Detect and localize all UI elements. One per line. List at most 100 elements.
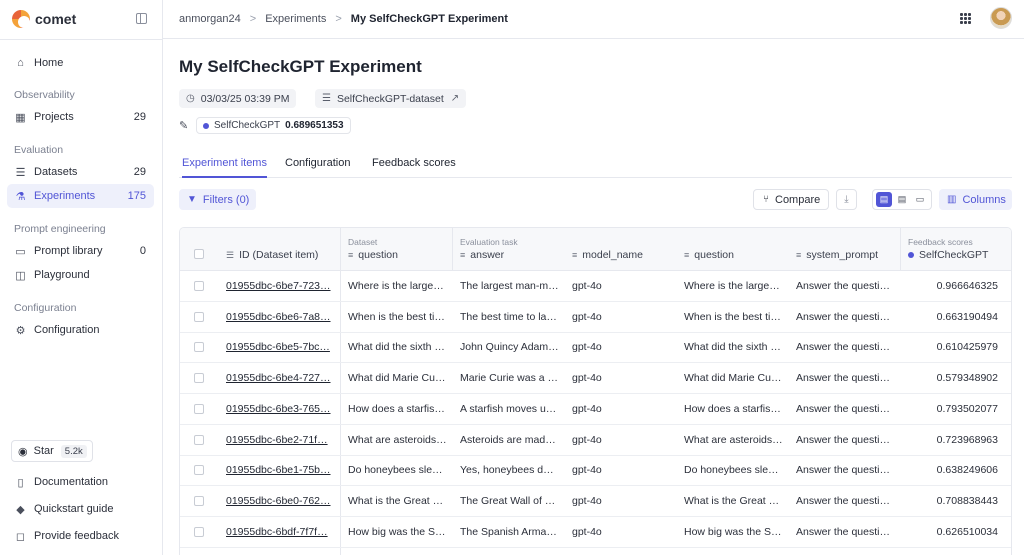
column-group-label: Dataset <box>348 237 378 247</box>
table-row[interactable]: 01955dbc-6be1-75b… Do honeybees sle… Yes, … <box>180 455 1011 487</box>
filter-icon: ▼ <box>187 194 197 205</box>
column-header-question[interactable]: ≡ question <box>676 228 788 271</box>
column-divider <box>452 228 453 271</box>
sidebar-item-prompt-library[interactable]: ▭ Prompt library 0 <box>7 239 154 263</box>
table-row[interactable]: 01955dbc-6be0-762… What is the Great … The… <box>180 486 1011 517</box>
row-checkbox[interactable] <box>194 342 204 353</box>
breadcrumb-current: My SelfCheckGPT Experiment <box>350 13 508 25</box>
column-header-dataset-question[interactable]: Dataset ≡ question <box>340 228 452 271</box>
tab-bar: Experiment items Configuration Feedback … <box>179 154 1012 178</box>
sidebar-item-label: Projects <box>34 111 74 123</box>
download-icon[interactable]: ⤓ <box>836 189 857 210</box>
table-cell: Asteroids are mad… <box>460 433 556 446</box>
header-label: model_name <box>582 249 643 261</box>
columns-button[interactable]: ▥ Columns <box>939 189 1012 210</box>
sidebar-item-documentation[interactable]: ▯ Documentation <box>7 470 154 494</box>
column-header-selfcheckgpt[interactable]: Feedback scores SelfCheckGPT <box>900 228 1011 271</box>
table-cell: What is the Great … <box>348 494 444 507</box>
row-id-link[interactable]: 01955dbc-6bdf-7f7f… <box>226 517 334 547</box>
avatar[interactable] <box>990 7 1012 29</box>
row-checkbox[interactable] <box>194 281 204 291</box>
table-cell: gpt-4o <box>572 341 602 354</box>
table-row[interactable]: 01955dbc-6be2-71f… What are asteroids… Ast… <box>180 425 1011 456</box>
apps-grid-icon[interactable] <box>960 13 971 24</box>
table-cell: How big was the S… <box>348 525 446 538</box>
brand-name: comet <box>35 11 77 27</box>
column-header-system-prompt[interactable]: ≡ system_prompt <box>788 228 900 271</box>
dataset-link-chip[interactable]: ☰ SelfCheckGPT-dataset ↗ <box>315 89 467 108</box>
row-density-toggle: ▤ ▤ ▭ <box>872 189 932 210</box>
file-icon: ▭ <box>15 245 26 258</box>
breadcrumb-experiments[interactable]: Experiments <box>265 13 326 25</box>
row-checkbox[interactable] <box>194 311 204 322</box>
sidebar-item-projects[interactable]: ▦ Projects 29 <box>7 105 154 129</box>
row-id-link[interactable]: 01955dbc-6be5-7bc… <box>226 332 334 362</box>
column-header-id[interactable]: ☰ ID (Dataset item) <box>218 228 340 271</box>
table-cell: gpt-4o <box>572 525 602 538</box>
row-checkbox[interactable] <box>194 465 204 476</box>
table-cell: When is the best ti… <box>684 310 781 323</box>
brand-logo[interactable]: comet <box>12 8 76 30</box>
table-row[interactable]: 01955dbc-6be6-7a8… When is the best ti… Th… <box>180 302 1011 333</box>
comet-logo-icon <box>12 10 30 28</box>
row-checkbox[interactable] <box>194 526 204 537</box>
compare-button[interactable]: ⑂ Compare <box>753 189 829 210</box>
density-medium-icon[interactable]: ▤ <box>894 192 910 207</box>
sidebar-divider <box>0 39 163 40</box>
column-header-answer[interactable]: Evaluation task ≡ answer <box>452 228 564 271</box>
date-text: 03/03/25 03:39 PM <box>200 92 290 105</box>
table-cell: gpt-4o <box>572 372 602 385</box>
row-id-link[interactable]: 01955dbc-6be1-75b… <box>226 455 334 485</box>
sidebar-item-feedback[interactable]: ◻ Provide feedback <box>7 524 154 548</box>
row-id-link[interactable]: 01955dbc-6be2-71f… <box>226 425 334 455</box>
table-cell: Answer the questi… <box>796 372 890 385</box>
collapse-sidebar-icon[interactable] <box>136 13 147 24</box>
table-cell: 0.723968963 <box>936 433 998 446</box>
sidebar-item-configuration[interactable]: ⚙ Configuration <box>7 318 154 342</box>
row-checkbox[interactable] <box>194 495 204 506</box>
header-label: system_prompt <box>806 249 879 261</box>
table-row[interactable]: 01955dbc-6be3-765… How does a starfis… A s… <box>180 394 1011 425</box>
breadcrumb-workspace[interactable]: anmorgan24 <box>179 13 241 25</box>
column-header-model-name[interactable]: ≡ model_name <box>564 228 676 271</box>
book-icon: ▯ <box>17 476 24 489</box>
row-id-link[interactable]: 01955dbc-6be0-762… <box>226 486 334 516</box>
density-compact-icon[interactable]: ▤ <box>876 192 892 207</box>
table-cell: How does a starfis… <box>684 402 781 415</box>
table-row[interactable]: 01955dbc-6be5-7bc… What did the sixth … Jo… <box>180 332 1011 364</box>
filters-button[interactable]: ▼ Filters (0) <box>179 189 256 210</box>
column-divider <box>900 228 901 271</box>
tab-feedback-scores[interactable]: Feedback scores <box>372 157 456 176</box>
database-icon: ☰ <box>15 166 26 179</box>
row-checkbox[interactable] <box>194 434 204 445</box>
table-cell: gpt-4o <box>572 494 602 507</box>
table-cell: Answer the questi… <box>796 402 890 415</box>
sidebar-item-home[interactable]: ⌂ Home <box>7 51 154 75</box>
table-row[interactable]: 01955dbc-6be7-723… Where is the large… The… <box>180 271 1011 302</box>
columns-label: Columns <box>962 193 1006 206</box>
row-id-link[interactable]: 01955dbc-6be7-723… <box>226 271 334 301</box>
tab-experiment-items[interactable]: Experiment items <box>182 157 267 178</box>
table-cell: The Great Wall of … <box>460 494 556 507</box>
tab-configuration[interactable]: Configuration <box>285 157 350 176</box>
row-id-link[interactable]: 01955dbc-6be4-727… <box>226 363 334 393</box>
row-id-link[interactable]: 01955dbc-6be3-765… <box>226 394 334 424</box>
sidebar-item-quickstart[interactable]: ◆ Quickstart guide <box>7 497 154 521</box>
select-all-checkbox[interactable] <box>194 249 204 259</box>
row-id-link[interactable]: 01955dbc-6be6-7a8… <box>226 302 334 332</box>
row-checkbox[interactable] <box>194 403 204 414</box>
sidebar-item-label: Home <box>34 57 64 69</box>
sidebar-item-count: 0 <box>139 245 146 257</box>
sidebar-item-playground[interactable]: ◫ Playground <box>7 263 154 287</box>
table-row[interactable]: 01955dbc-6be4-727… What did Marie Cu… Mari… <box>180 363 1011 395</box>
sidebar-item-datasets[interactable]: ☰ Datasets 29 <box>7 160 154 184</box>
table-cell: Where is the large… <box>684 280 780 292</box>
sidebar-item-experiments[interactable]: ⚗ Experiments 175 <box>7 184 154 208</box>
table-cell: A starfish moves u… <box>460 402 557 415</box>
table-row[interactable]: 01955dbc-6bdf-7f7f… How big was the S… The… <box>180 517 1011 548</box>
github-star-button[interactable]: ◉ Star 5.2k <box>11 440 93 462</box>
row-checkbox[interactable] <box>194 373 204 384</box>
pencil-icon[interactable]: ✎ <box>179 119 188 132</box>
density-large-icon[interactable]: ▭ <box>912 192 928 207</box>
table-cell: John Quincy Adam… <box>460 341 559 354</box>
